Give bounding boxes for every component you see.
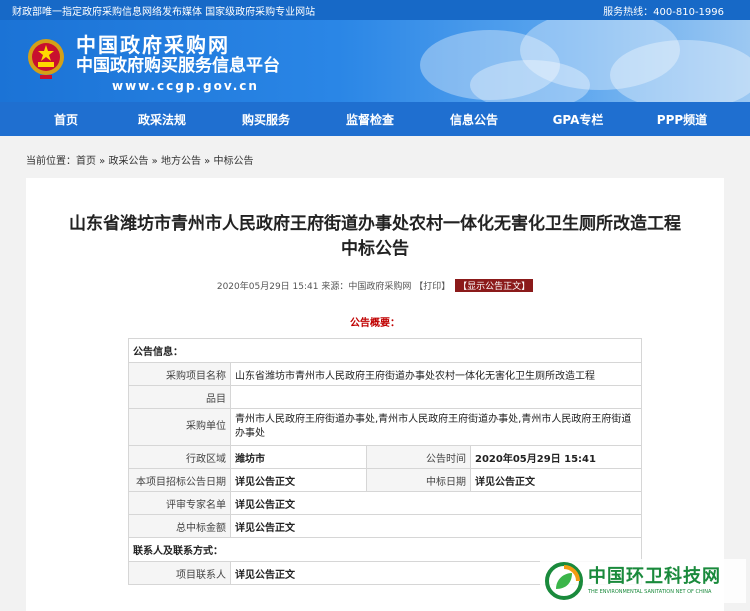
tender-date-label: 本项目招标公告日期 <box>128 468 231 492</box>
service-hotline: 服务热线：400-810-1996 <box>603 6 724 18</box>
breadcrumb: 当前位置：首页 » 政采公告 » 地方公告 » 中标公告 <box>26 152 253 167</box>
watermark-en: THE ENVIRONMENTAL SANITATION NET OF CHIN… <box>588 589 712 595</box>
site-logo[interactable]: 中国政府采购网 中国政府购买服务信息平台 www.ccgp.gov.cn <box>76 34 280 95</box>
nav-home[interactable]: 首页 <box>22 111 110 128</box>
breadcrumb-sep: » <box>148 156 161 167</box>
amount-label: 总中标金额 <box>128 514 231 538</box>
item-label: 品目 <box>128 385 231 409</box>
breadcrumb-local[interactable]: 地方公告 <box>161 156 201 167</box>
logo-title: 中国政府采购网 <box>76 33 230 57</box>
leaf-logo-icon <box>545 562 583 600</box>
breadcrumb-sep: » <box>200 156 214 167</box>
pub-time-value: 2020年05月29日 15:41 <box>470 445 642 469</box>
print-link[interactable]: 【打印】 <box>414 282 450 292</box>
nav-regulations[interactable]: 政采法规 <box>110 111 214 128</box>
experts-label: 评审专家名单 <box>128 491 231 515</box>
article-source: 来源：中国政府采购网 <box>321 282 412 292</box>
title-line-2: 中标公告 <box>341 239 409 259</box>
watermark-cn: 中国环卫科技网 <box>588 566 721 587</box>
nav-gpa[interactable]: GPA专栏 <box>526 111 630 128</box>
purchaser-label: 采购单位 <box>128 408 231 446</box>
experts-value: 详见公告正文 <box>230 491 642 515</box>
section-contacts: 联系人及联系方式： <box>128 537 642 562</box>
nav-announcements[interactable]: 信息公告 <box>422 111 526 128</box>
topbar-slogan: 财政部唯一指定政府采购信息网络发布媒体 国家级政府采购专业网站 <box>12 6 316 18</box>
project-name-value: 山东省潍坊市青州市人民政府王府街道办事处农村一体化无害化卫生厕所改造工程 <box>230 362 642 386</box>
page-title: 山东省潍坊市青州市人民政府王府街道办事处农村一体化无害化卫生厕所改造工程 中标公… <box>26 212 724 262</box>
award-date-value: 详见公告正文 <box>470 468 642 492</box>
info-table: 公告信息： 采购项目名称 山东省潍坊市青州市人民政府王府街道办事处农村一体化无害… <box>128 338 642 585</box>
nav-supervision[interactable]: 监督检查 <box>318 111 422 128</box>
logo-subtitle: 中国政府购买服务信息平台 <box>76 56 280 76</box>
breadcrumb-award[interactable]: 中标公告 <box>213 156 253 167</box>
amount-value: 详见公告正文 <box>230 514 642 538</box>
article-meta: 2020年05月29日 15:41 来源：中国政府采购网 【打印】 【显示公告正… <box>26 279 724 292</box>
title-line-1: 山东省潍坊市青州市人民政府王府街道办事处农村一体化无害化卫生厕所改造工程 <box>69 214 681 234</box>
section-announcement-info: 公告信息： <box>128 338 642 363</box>
nav-ppp[interactable]: PPP频道 <box>630 111 734 128</box>
region-value: 潍坊市 <box>230 445 367 469</box>
show-body-button[interactable]: 【显示公告正文】 <box>455 279 534 292</box>
main-nav: 首页 政采法规 购买服务 监督检查 信息公告 GPA专栏 PPP频道 <box>0 102 750 136</box>
pub-time-label: 公告时间 <box>366 445 471 469</box>
watermark: 中国环卫科技网 THE ENVIRONMENTAL SANITATION NET… <box>540 559 746 603</box>
award-date-label: 中标日期 <box>366 468 471 492</box>
national-emblem-icon[interactable] <box>26 37 66 81</box>
breadcrumb-prefix: 当前位置： <box>26 156 76 167</box>
top-info-bar: 财政部唯一指定政府采购信息网络发布媒体 国家级政府采购专业网站 服务热线：400… <box>0 0 750 20</box>
region-label: 行政区域 <box>128 445 231 469</box>
item-value <box>230 385 642 409</box>
nav-purchase-services[interactable]: 购买服务 <box>214 111 318 128</box>
purchaser-value: 青州市人民政府王府街道办事处,青州市人民政府王府街道办事处,青州市人民政府王府街… <box>230 408 642 446</box>
tender-date-value: 详见公告正文 <box>230 468 367 492</box>
breadcrumb-announcements[interactable]: 政采公告 <box>108 156 148 167</box>
article-card: 山东省潍坊市青州市人民政府王府街道办事处农村一体化无害化卫生厕所改造工程 中标公… <box>26 178 724 611</box>
header-banner: 中国政府采购网 中国政府购买服务信息平台 www.ccgp.gov.cn <box>0 20 750 102</box>
logo-url: www.ccgp.gov.cn <box>112 79 259 93</box>
project-name-label: 采购项目名称 <box>128 362 231 386</box>
contact-label: 项目联系人 <box>128 561 231 585</box>
breadcrumb-home[interactable]: 首页 <box>76 156 96 167</box>
breadcrumb-sep: » <box>96 156 109 167</box>
summary-heading: 公告概要： <box>350 318 400 329</box>
publish-date: 2020年05月29日 15:41 <box>216 282 319 292</box>
